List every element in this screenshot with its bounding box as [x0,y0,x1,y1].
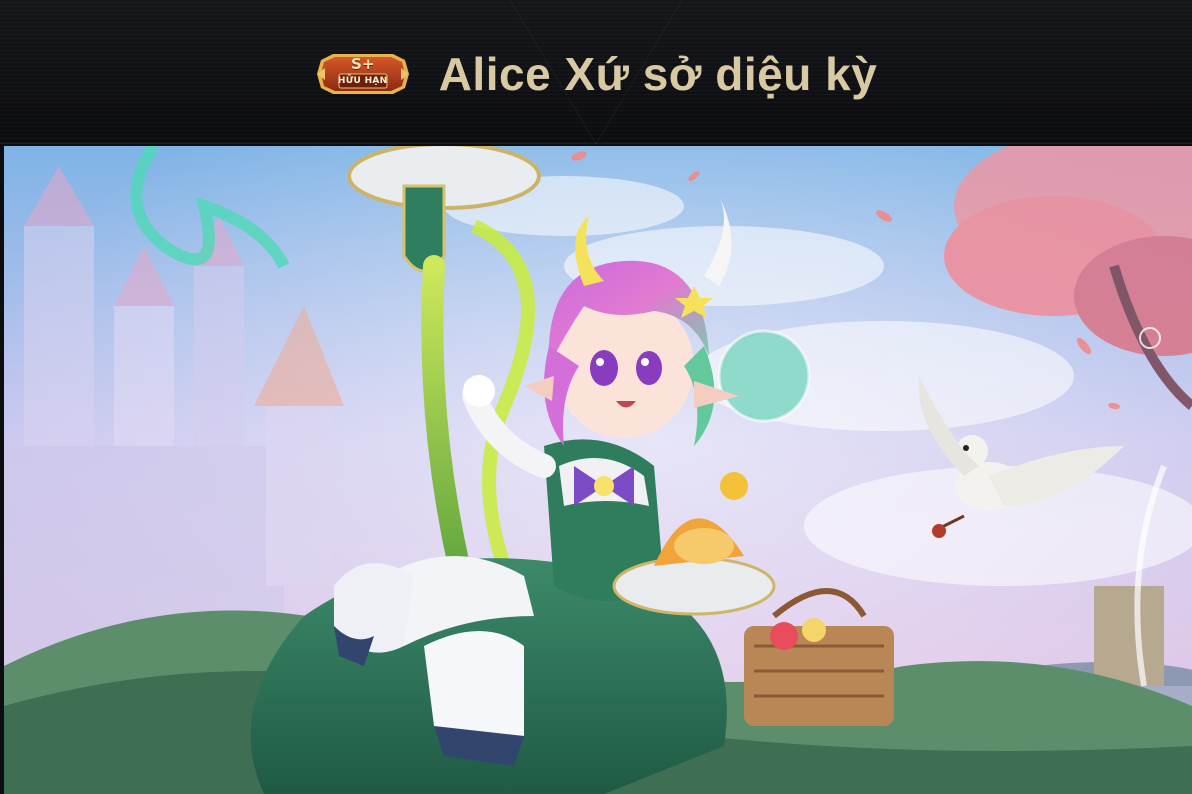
artwork-illustration [4,146,1192,794]
badge-label: HỮU HẠN [337,75,388,86]
skin-showcase: S+ HỮU HẠN Alice Xứ sở diệu kỳ [0,0,1192,794]
skin-artwork [4,146,1192,794]
title-group: S+ HỮU HẠN Alice Xứ sở diệu kỳ [315,47,878,101]
rarity-badge: S+ HỮU HẠN [315,50,411,98]
skin-title: Alice Xứ sở diệu kỳ [438,47,878,100]
skin-header: S+ HỮU HẠN Alice Xứ sở diệu kỳ [0,0,1192,144]
badge-tier: S+ [351,54,375,73]
